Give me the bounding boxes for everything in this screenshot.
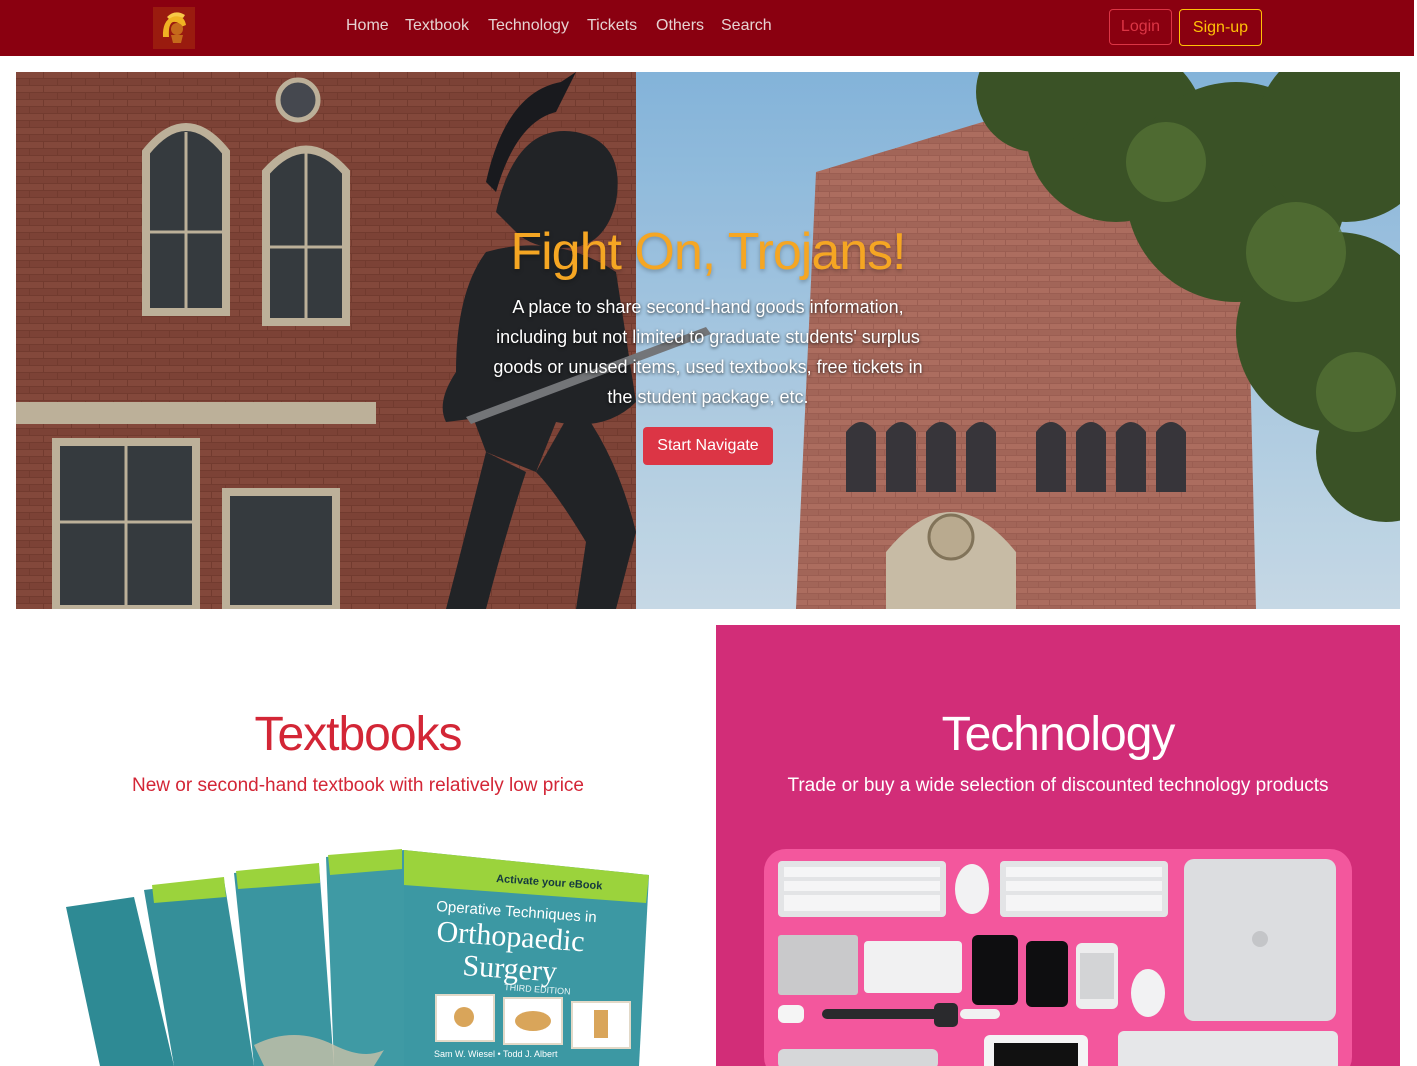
login-button[interactable]: Login (1109, 9, 1172, 45)
textbooks-subtitle: New or second-hand textbook with relativ… (132, 775, 584, 796)
technology-section[interactable]: Technology Trade or buy a wide selection… (716, 625, 1400, 1066)
nav-link-others[interactable]: Others (656, 17, 704, 35)
navbar: Home Textbook Technology Tickets Others … (0, 0, 1417, 56)
technology-title: Technology (941, 708, 1176, 761)
book-authors-text: Sam W. Wiesel • Todd J. Albert (434, 1049, 558, 1059)
nav-link-search[interactable]: Search (721, 17, 772, 35)
signup-button[interactable]: Sign-up (1179, 9, 1262, 46)
textbook-cover-image: Activate your eBook Operative Techniques… (66, 849, 649, 1066)
hero-title: Fight On, Trojans! (510, 223, 906, 281)
hero-description: A place to share second-hand goods infor… (493, 297, 923, 407)
technology-subtitle: Trade or buy a wide selection of discoun… (787, 775, 1329, 796)
nav-link-technology[interactable]: Technology (488, 17, 569, 35)
hero-banner: Fight On, Trojans! A place to share seco… (16, 72, 1400, 609)
textbooks-title: Textbooks (254, 708, 462, 761)
trojan-logo-icon[interactable] (153, 7, 195, 49)
textbooks-section[interactable]: Textbooks New or second-hand textbook wi… (16, 625, 700, 1066)
start-navigate-button[interactable]: Start Navigate (643, 427, 773, 465)
nav-link-textbook[interactable]: Textbook (405, 17, 469, 35)
nav-link-tickets[interactable]: Tickets (587, 17, 637, 35)
nav-link-home[interactable]: Home (346, 17, 389, 35)
technology-products-image (764, 849, 1352, 1066)
